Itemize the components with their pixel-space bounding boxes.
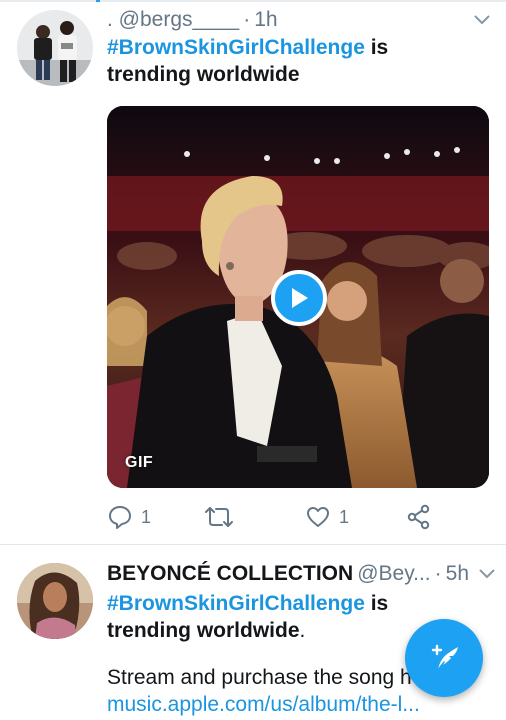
compose-tweet-button[interactable]: [405, 619, 483, 697]
timestamp: 5h: [445, 562, 469, 585]
reply-icon: [109, 506, 131, 529]
timestamp: 1h: [254, 8, 278, 31]
gif-media[interactable]: GIF: [107, 106, 489, 488]
share-action[interactable]: [406, 504, 432, 530]
tweet-text-tail: .: [299, 619, 306, 642]
play-icon: [292, 288, 308, 308]
username-handle[interactable]: . @bergs____: [107, 8, 239, 32]
hashtag-link[interactable]: #BrownSkinGirlChallenge: [107, 592, 365, 615]
gif-badge: GIF: [125, 454, 154, 471]
like-count: 1: [339, 506, 350, 527]
avatar[interactable]: [17, 10, 93, 86]
chevron-down-icon[interactable]: [472, 8, 492, 32]
like-action[interactable]: 1: [305, 504, 349, 530]
tweet-text: #BrownSkinGirlChallenge is trending worl…: [107, 34, 478, 88]
tweet-header: . @bergs____ · 1h: [107, 8, 492, 32]
avatar[interactable]: [17, 563, 93, 639]
username-handle[interactable]: @Bey...: [357, 562, 430, 586]
hashtag-link[interactable]: #BrownSkinGirlChallenge: [107, 36, 365, 59]
separator-dot: ·: [434, 562, 442, 585]
heart-icon: [307, 507, 329, 527]
tweet[interactable]: . @bergs____ · 1h #BrownSkinGirlChalleng…: [0, 0, 506, 545]
tweet-header: BEYONCÉ COLLECTION @Bey... · 5h: [107, 562, 495, 586]
separator-dot: ·: [243, 8, 251, 31]
reply-action[interactable]: 1: [107, 504, 151, 530]
retweet-action[interactable]: [204, 504, 242, 530]
display-name[interactable]: BEYONCÉ COLLECTION: [107, 562, 353, 586]
share-icon: [407, 504, 430, 530]
chevron-down-icon[interactable]: [479, 562, 495, 586]
tweet-actions: 1 1: [107, 504, 437, 532]
compose-tweet-icon: [431, 644, 458, 671]
play-button[interactable]: [271, 270, 327, 326]
external-link[interactable]: music.apple.com/us/album/the-l...: [107, 691, 478, 718]
reply-count: 1: [141, 506, 152, 527]
retweet-icon: [205, 507, 233, 527]
